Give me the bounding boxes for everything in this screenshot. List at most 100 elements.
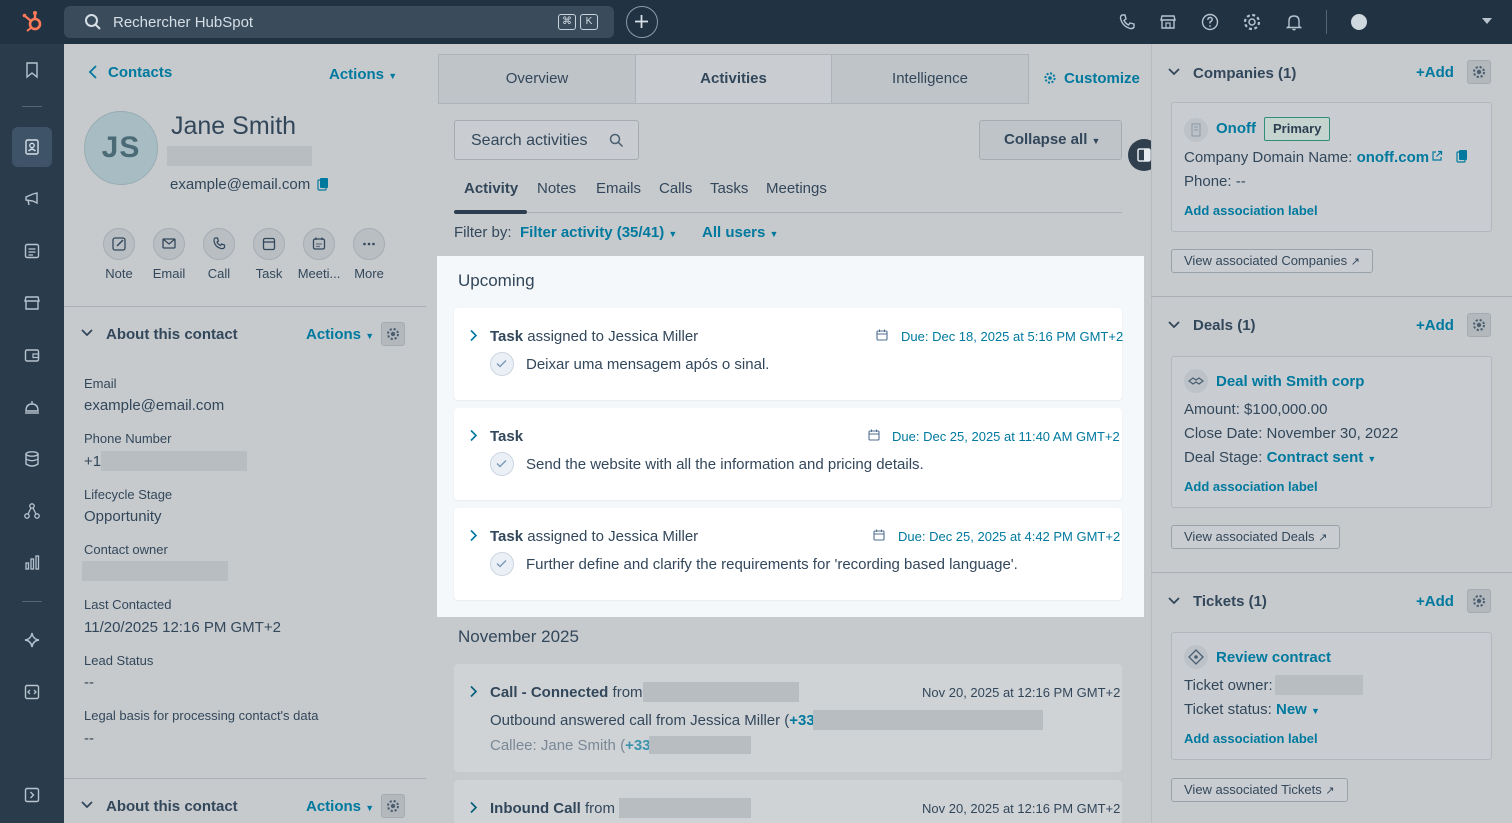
expand-chevron-icon[interactable] xyxy=(469,801,478,814)
record-actions-dropdown[interactable]: Actions ▼ xyxy=(329,66,397,83)
view-associated-companies-button[interactable]: View associated Companies ↗ xyxy=(1171,249,1373,273)
subtab-activity[interactable]: Activity xyxy=(464,180,518,197)
companies-settings-gear-icon[interactable] xyxy=(1467,60,1491,84)
filter-activity-dropdown[interactable]: Filter activity (35/41) ▼ xyxy=(520,224,677,241)
copy-icon[interactable] xyxy=(1456,149,1468,163)
customize-link[interactable]: Customize xyxy=(1064,70,1140,87)
task-action-button[interactable] xyxy=(253,228,285,260)
contacts-icon[interactable] xyxy=(22,137,42,157)
notifications-bell-icon[interactable] xyxy=(1284,12,1304,32)
global-search-input[interactable]: Rechercher HubSpot ⌘ K xyxy=(64,6,614,38)
deals-settings-gear-icon[interactable] xyxy=(1467,313,1491,337)
reporting-chart-icon[interactable] xyxy=(22,553,42,573)
expand-chevron-icon[interactable] xyxy=(469,329,478,342)
about-settings-gear-icon[interactable] xyxy=(381,322,405,346)
task-body[interactable]: Send the website with all the informatio… xyxy=(526,456,924,473)
help-icon[interactable] xyxy=(1200,12,1220,32)
collapse-all-button[interactable]: Collapse all ▼ xyxy=(979,120,1122,160)
more-actions-button[interactable] xyxy=(353,228,385,260)
phone-icon[interactable] xyxy=(1117,12,1137,32)
note-action-button[interactable] xyxy=(103,228,135,260)
subtab-tasks[interactable]: Tasks xyxy=(710,180,748,197)
legal-basis-value[interactable]: -- xyxy=(84,730,94,747)
lifecycle-field-value[interactable]: Opportunity xyxy=(84,508,162,525)
automation-network-icon[interactable] xyxy=(22,501,42,521)
add-association-label-link[interactable]: Add association label xyxy=(1184,731,1318,746)
expand-chevron-icon[interactable] xyxy=(469,429,478,442)
tab-overview[interactable]: Overview xyxy=(438,54,636,104)
commerce-store-icon[interactable] xyxy=(22,293,42,313)
developer-code-icon[interactable] xyxy=(22,682,42,702)
sales-wallet-icon[interactable] xyxy=(22,345,42,365)
companies-section-title[interactable]: Companies (1) xyxy=(1193,65,1296,82)
company-name-link[interactable]: Onoff xyxy=(1216,120,1256,137)
tab-activities[interactable]: Activities xyxy=(635,54,832,104)
about-section-title[interactable]: About this contact xyxy=(106,326,238,343)
contact-name[interactable]: Jane Smith xyxy=(171,112,296,141)
deals-collapse-chevron-icon[interactable] xyxy=(1168,321,1180,329)
email-field-value[interactable]: example@email.com xyxy=(84,397,224,414)
callee-phone-link[interactable]: +33 xyxy=(625,737,650,754)
add-association-label-link[interactable]: Add association label xyxy=(1184,479,1318,494)
phone-field-prefix[interactable]: +1 xyxy=(84,453,101,470)
contact-avatar[interactable]: JS xyxy=(84,111,158,185)
task-card[interactable] xyxy=(454,408,1122,500)
search-activities-input[interactable]: Search activities xyxy=(454,120,639,160)
all-users-dropdown[interactable]: All users ▼ xyxy=(702,224,778,241)
bookmarks-icon[interactable] xyxy=(22,60,42,80)
expand-nav-icon[interactable] xyxy=(22,785,42,805)
company-domain-link[interactable]: onoff.com xyxy=(1357,149,1430,166)
about-settings-gear-icon-2[interactable] xyxy=(381,794,405,818)
task-body[interactable]: Further define and clarify the requireme… xyxy=(526,556,1018,573)
view-associated-tickets-button[interactable]: View associated Tickets ↗ xyxy=(1171,778,1348,802)
meeting-action-button[interactable] xyxy=(303,228,335,260)
deals-section-title[interactable]: Deals (1) xyxy=(1193,317,1256,334)
settings-gear-icon[interactable] xyxy=(1242,12,1262,32)
subtab-emails[interactable]: Emails xyxy=(596,180,641,197)
about-collapse-chevron-icon[interactable] xyxy=(81,329,93,337)
add-association-label-link[interactable]: Add association label xyxy=(1184,203,1318,218)
task-card[interactable] xyxy=(454,308,1122,400)
expand-chevron-icon[interactable] xyxy=(469,529,478,542)
subtab-meetings[interactable]: Meetings xyxy=(766,180,827,197)
task-card[interactable] xyxy=(454,508,1122,600)
tickets-settings-gear-icon[interactable] xyxy=(1467,589,1491,613)
customize-gear-icon[interactable] xyxy=(1043,71,1057,85)
tickets-section-title[interactable]: Tickets (1) xyxy=(1193,593,1267,610)
about-actions-dropdown[interactable]: Actions ▼ xyxy=(306,326,374,343)
complete-task-checkbox[interactable] xyxy=(490,452,514,476)
subtab-notes[interactable]: Notes xyxy=(537,180,576,197)
complete-task-checkbox[interactable] xyxy=(490,352,514,376)
content-icon[interactable] xyxy=(22,241,42,261)
external-link-icon[interactable] xyxy=(1431,150,1443,162)
companies-collapse-chevron-icon[interactable] xyxy=(1168,68,1180,76)
create-new-button[interactable] xyxy=(626,6,658,38)
add-ticket-button[interactable]: +Add xyxy=(1416,593,1454,610)
about-collapse-chevron-icon[interactable] xyxy=(81,801,93,809)
ticket-name-link[interactable]: Review contract xyxy=(1216,649,1331,666)
call-action-button[interactable] xyxy=(203,228,235,260)
redacted-contact-owner[interactable] xyxy=(82,561,228,581)
back-to-contacts-link[interactable]: Contacts xyxy=(108,64,172,81)
back-chevron-icon[interactable] xyxy=(88,64,98,80)
task-due-date[interactable]: Due: Dec 25, 2025 at 11:40 AM GMT+2 xyxy=(892,429,1120,444)
copy-icon[interactable] xyxy=(317,177,329,191)
marketing-megaphone-icon[interactable] xyxy=(22,189,42,209)
deal-stage-dropdown[interactable]: Contract sent ▼ xyxy=(1267,449,1377,466)
deal-name-link[interactable]: Deal with Smith corp xyxy=(1216,373,1364,390)
email-action-button[interactable] xyxy=(153,228,185,260)
call-phone-link[interactable]: +33 xyxy=(789,712,814,729)
view-associated-deals-button[interactable]: View associated Deals ↗ xyxy=(1171,525,1341,549)
task-due-date[interactable]: Due: Dec 18, 2025 at 5:16 PM GMT+2 xyxy=(901,329,1123,344)
about-section-title-2[interactable]: About this contact xyxy=(106,798,238,815)
add-company-button[interactable]: +Add xyxy=(1416,64,1454,81)
subtab-calls[interactable]: Calls xyxy=(659,180,692,197)
service-bell-icon[interactable] xyxy=(22,397,42,417)
expand-chevron-icon[interactable] xyxy=(469,685,478,698)
tickets-collapse-chevron-icon[interactable] xyxy=(1168,597,1180,605)
complete-task-checkbox[interactable] xyxy=(490,552,514,576)
ai-sparkle-icon[interactable] xyxy=(22,630,42,650)
tab-intelligence[interactable]: Intelligence xyxy=(831,54,1029,104)
add-deal-button[interactable]: +Add xyxy=(1416,317,1454,334)
marketplace-icon[interactable] xyxy=(1158,12,1178,32)
